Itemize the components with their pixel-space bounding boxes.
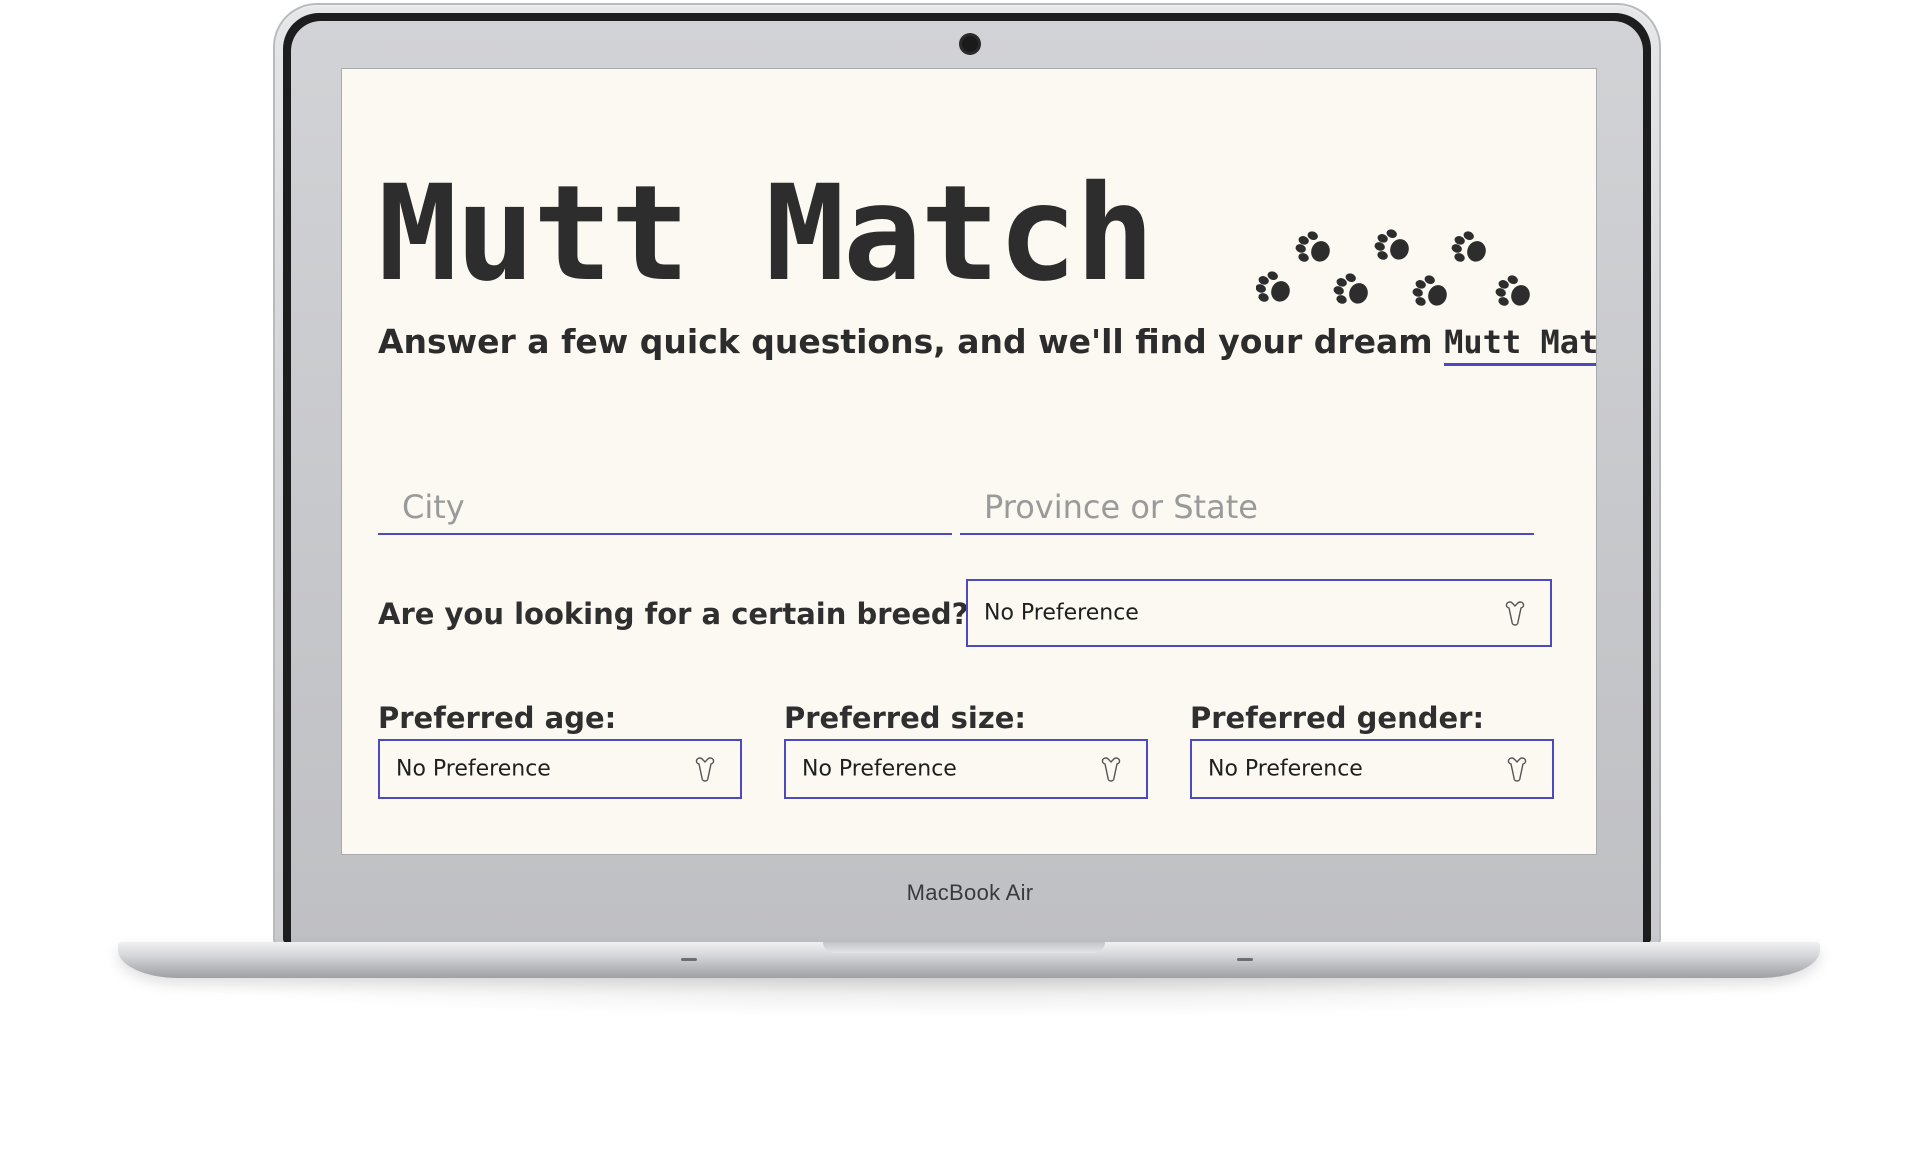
gender-select[interactable]: No Preference <box>1190 739 1554 799</box>
laptop-hinge-notch <box>823 942 1105 953</box>
gender-label: Preferred gender: <box>1190 701 1485 735</box>
bone-dropdown-icon <box>1507 757 1527 782</box>
city-input[interactable] <box>378 469 952 535</box>
size-select-value: No Preference <box>802 756 957 782</box>
age-label: Preferred age: <box>378 701 617 735</box>
bone-dropdown-icon <box>1505 601 1525 626</box>
tagline-text: Answer a few quick questions, and we'll … <box>378 322 1445 361</box>
tagline: Answer a few quick questions, and we'll … <box>378 322 1596 366</box>
bone-dropdown-icon <box>695 757 715 782</box>
laptop-shadow <box>130 978 1810 1018</box>
tagline-brand: Mutt Match <box>1444 323 1596 366</box>
breed-question: Are you looking for a certain breed? <box>378 597 969 631</box>
age-select-value: No Preference <box>396 756 551 782</box>
camera-icon <box>962 36 978 52</box>
header: Mutt Match <box>378 159 1558 314</box>
paw-prints-icon <box>1256 225 1535 314</box>
laptop-foot <box>681 958 697 961</box>
age-select[interactable]: No Preference <box>378 739 742 799</box>
bone-dropdown-icon <box>1101 757 1121 782</box>
province-input[interactable] <box>960 469 1534 535</box>
breed-select[interactable]: No Preference <box>966 579 1552 647</box>
app-screen: Mutt Match Answer a few quick questions,… <box>342 69 1596 854</box>
size-select[interactable]: No Preference <box>784 739 1148 799</box>
gender-select-value: No Preference <box>1208 756 1363 782</box>
breed-select-value: No Preference <box>984 600 1139 626</box>
size-label: Preferred size: <box>784 701 1026 735</box>
laptop-foot <box>1237 958 1253 961</box>
laptop-brand-label: MacBook Air <box>906 880 1034 905</box>
